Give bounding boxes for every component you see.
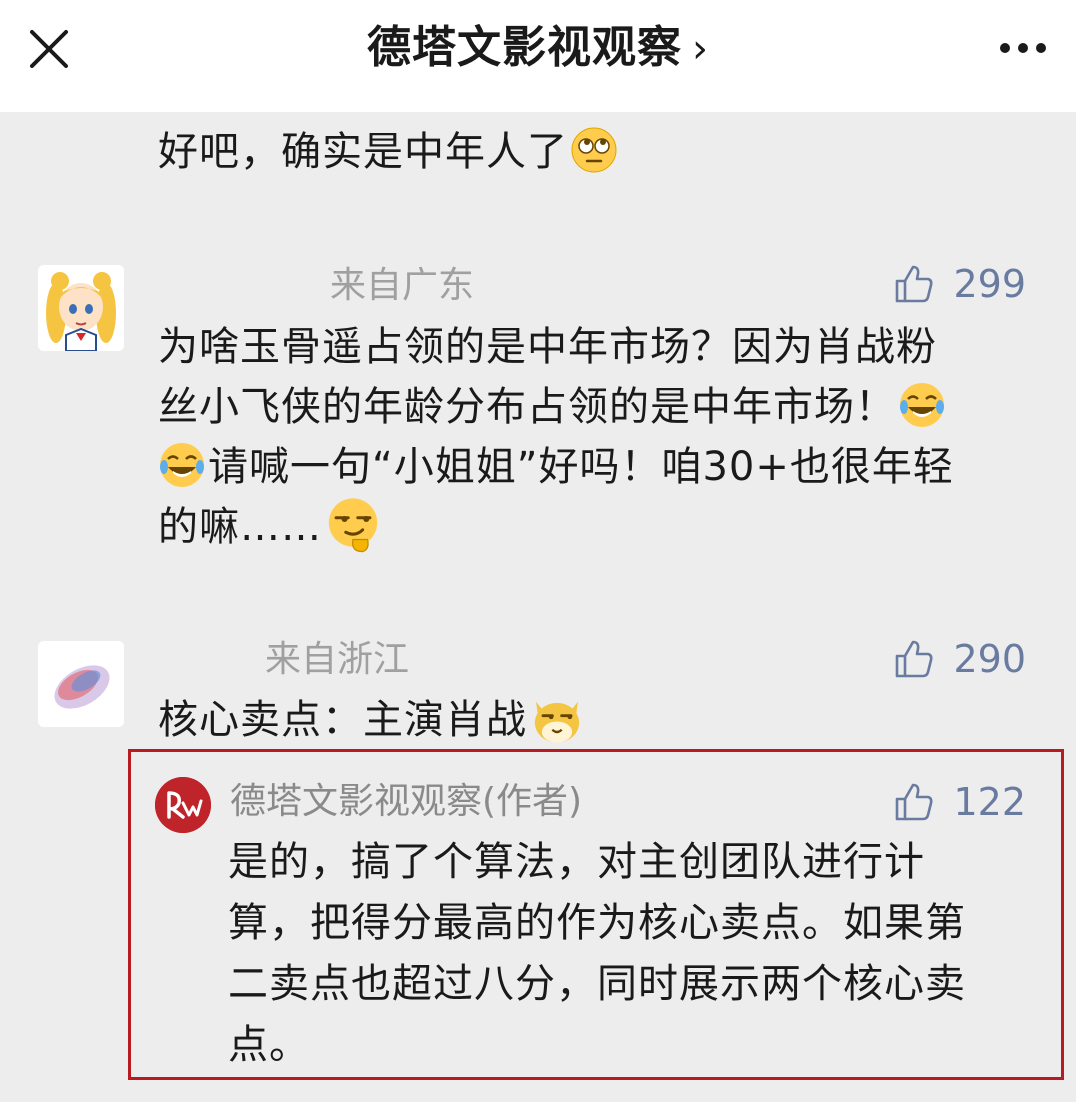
laughing-tears-emoji [160,443,204,487]
comment-text: 好吧，确实是中年人了 [158,122,620,182]
like-button[interactable]: 290 [893,637,1026,681]
more-icon[interactable] [998,30,1048,66]
like-button[interactable]: 299 [893,262,1026,306]
like-count: 290 [953,637,1026,681]
comment-text: 核心卖点：主演肖战 [158,690,587,750]
like-count: 299 [953,262,1026,306]
avatar[interactable] [38,265,124,351]
account-title[interactable]: 德塔文影视观察 › [0,18,1076,79]
comment-text-line: 请喊一句“小姐姐”好吗！咱30+也很年轻 [158,437,954,497]
author-logo-icon [155,777,211,833]
like-count: 122 [953,780,1026,824]
rolling-eyes-emoji [571,127,617,173]
author-logo[interactable] [155,777,211,833]
reply-text-line: 算，把得分最高的作为核心卖点。如果第 [228,900,966,946]
comment-location: 来自广东 [330,265,475,306]
thumb-up-icon [896,640,933,678]
top-bar: 德塔文影视观察 › [0,0,1076,112]
comment-text-line: 的嘛…… [158,497,384,558]
laughing-tears-emoji [900,383,944,427]
smirk-emoji [328,498,378,553]
author-name[interactable]: 德塔文影视观察(作者) [230,778,582,826]
thumb-up-icon [896,265,933,303]
avatar[interactable] [38,641,124,727]
abstract-avatar-image [38,641,124,727]
account-name: 德塔文影视观察 [367,22,682,73]
reply-text-line: 是的，搞了个算法，对主创团队进行计 [228,839,925,885]
chevron-right-icon: › [692,26,709,72]
comment-text-line: 为啥玉骨遥占领的是中年市场？因为肖战粉 [158,324,937,370]
thumb-up-icon [896,783,933,821]
anime-avatar-image [38,265,124,351]
like-button[interactable]: 122 [893,780,1026,824]
reply-text-line: 二卖点也超过八分，同时展示两个核心卖 [228,961,966,1007]
comment-location: 来自浙江 [265,639,410,680]
cat-emoji [534,701,580,743]
comment-text-line: 丝小飞侠的年龄分布占领的是中年市场！ [158,377,948,437]
reply-text-line: 点。 [228,1022,310,1068]
